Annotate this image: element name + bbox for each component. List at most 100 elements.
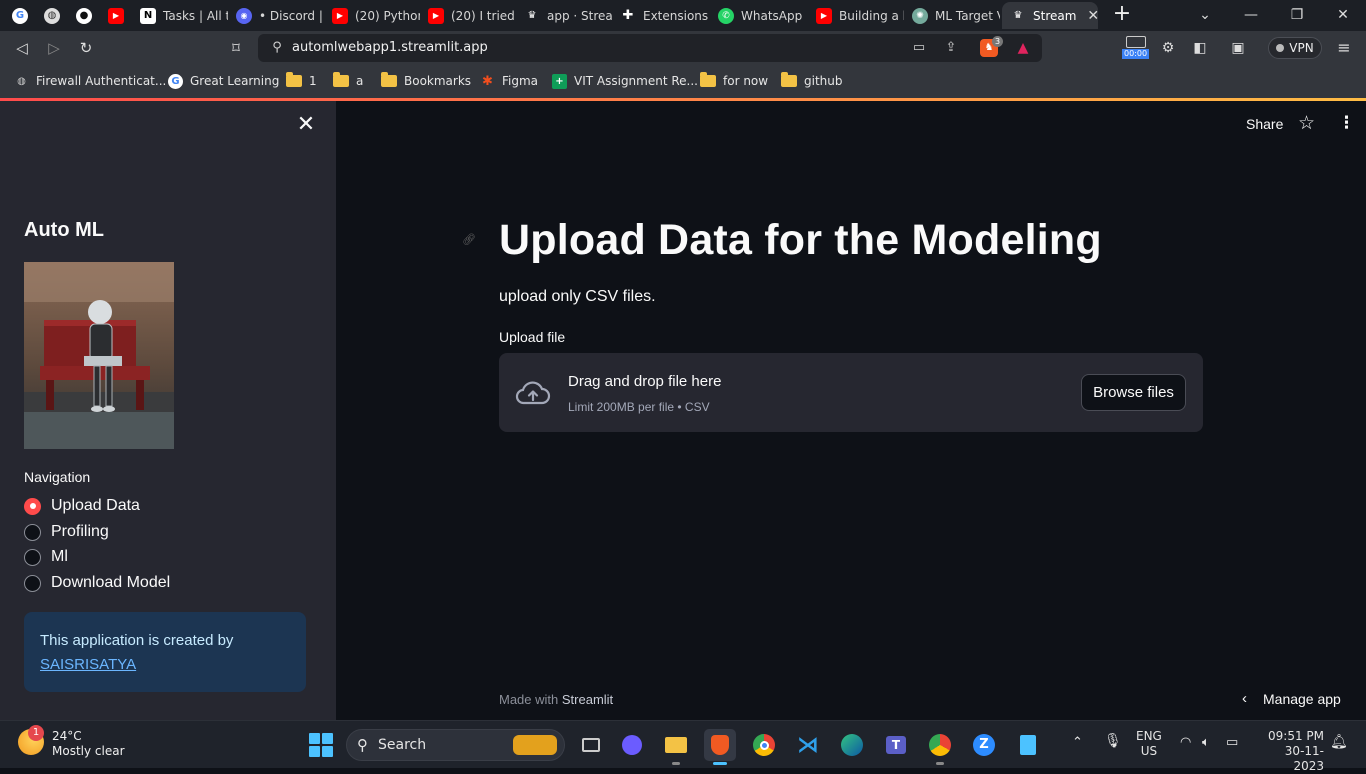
bookmark-folder-a[interactable]: a [333, 72, 363, 90]
folder-icon [700, 72, 716, 87]
show-hidden-icons[interactable]: ⌃ [1072, 735, 1083, 750]
vpn-button[interactable]: VPN [1268, 37, 1322, 59]
brave-browser-icon[interactable] [704, 729, 736, 765]
tab-extensions[interactable]: ✚ Extensions [612, 2, 710, 29]
close-sidebar-icon[interactable]: ✕ [296, 114, 316, 136]
radio-ml[interactable]: Ml [24, 546, 68, 568]
star-icon[interactable]: ☆ [1298, 112, 1315, 134]
radio-selected-icon[interactable] [24, 497, 41, 515]
teams-icon[interactable]: T [880, 729, 912, 761]
clock[interactable]: 09:51 PM 30-11-2023 [1258, 729, 1324, 774]
tab-github[interactable]: ● [68, 2, 100, 29]
notepad-icon[interactable] [1012, 729, 1044, 761]
radio-profiling[interactable]: Profiling [24, 521, 109, 543]
bookmark-great-learning[interactable]: G Great Learning [168, 72, 279, 90]
more-options-icon[interactable]: ⋮ [1338, 113, 1355, 133]
battery-icon[interactable]: ▭ [1226, 735, 1238, 750]
vscode-icon[interactable]: ⋊ [792, 729, 824, 761]
bookmark-icon[interactable]: ⌑ [226, 38, 246, 58]
dropzone-limit: Limit 200MB per file • CSV [568, 400, 710, 414]
edge-icon[interactable] [836, 729, 868, 761]
minimize-icon[interactable]: — [1238, 4, 1264, 26]
task-view-icon[interactable] [575, 729, 607, 761]
tab-google[interactable]: G [4, 2, 36, 29]
radio-unselected-icon[interactable] [24, 548, 41, 566]
tab-streamlit-app[interactable]: ♛ app · Strear [516, 2, 612, 29]
globe-icon: ◍ [17, 75, 26, 87]
lang-primary: ENG [1136, 729, 1162, 743]
tab-chatgpt[interactable]: ✺ ML Target V [904, 2, 1000, 29]
share-button[interactable]: Share [1246, 116, 1283, 132]
bookmark-figma[interactable]: ✱ Figma [480, 72, 538, 90]
address-bar[interactable]: ⚲ automlwebapp1.streamlit.app ▭ ⇪ ♞ 3 ▲ [258, 34, 1042, 62]
new-tab-button[interactable]: + [1110, 3, 1134, 27]
tab-youtube-python[interactable]: ▶ (20) Python [324, 2, 420, 29]
brave-rewards-icon[interactable]: ▲ [1014, 39, 1032, 57]
radio-label: Ml [51, 548, 68, 565]
tab-youtube[interactable]: ▶ [100, 2, 132, 29]
microphone-icon[interactable]: 🎙︎ [1104, 734, 1122, 749]
sidebar-title: Auto ML [24, 219, 104, 241]
forward-icon[interactable]: ▷ [44, 38, 64, 58]
bookmark-firewall[interactable]: ◍ Firewall Authenticat... [14, 72, 166, 90]
close-window-icon[interactable]: ✕ [1330, 4, 1356, 26]
streamlit-link[interactable]: Streamlit [562, 692, 613, 707]
language-indicator[interactable]: ENG US [1136, 729, 1162, 759]
tab-globe[interactable]: ◍ [36, 2, 68, 29]
bookmark-folder-1[interactable]: 1 [286, 72, 317, 90]
youtube-icon: ▶ [332, 7, 348, 24]
site-info-icon[interactable]: ⚲ [268, 39, 286, 57]
bookmark-vit[interactable]: + VIT Assignment Re... [552, 72, 698, 90]
wifi-icon[interactable]: ◠ [1180, 735, 1191, 750]
file-explorer-icon[interactable] [660, 729, 692, 765]
volume-icon[interactable]: 🔈︎ [1202, 735, 1210, 750]
url-text[interactable]: automlwebapp1.streamlit.app [292, 40, 488, 55]
start-button[interactable] [309, 733, 333, 757]
manage-app-button[interactable]: ‹ Manage app [1242, 690, 1341, 707]
creator-info-box: This application is created by SAISRISAT… [24, 612, 306, 692]
tab-discord[interactable]: ◉ • Discord | [228, 2, 324, 29]
creator-link[interactable]: SAISRISATYA [40, 656, 136, 673]
menu-icon[interactable]: ≡ [1334, 38, 1354, 58]
meet-icon[interactable] [616, 729, 648, 761]
wallet-icon[interactable]: ▣ [1228, 38, 1248, 58]
reload-icon[interactable]: ↻ [76, 38, 96, 58]
tab-label: (20) I tried [451, 8, 515, 23]
browse-files-button[interactable]: Browse files [1081, 374, 1186, 411]
zoom-icon[interactable]: Z [968, 729, 1000, 761]
bookmark-folder-bookmarks[interactable]: Bookmarks [381, 72, 471, 90]
cast-icon[interactable]: ▭ [910, 39, 928, 57]
tab-tasks[interactable]: N Tasks | All t [132, 2, 228, 29]
notification-bell-icon[interactable]: 🔔︎ [1330, 735, 1348, 750]
share-page-icon[interactable]: ⇪ [942, 39, 960, 57]
robot-illustration [24, 262, 174, 449]
back-icon[interactable]: ◁ [12, 38, 32, 58]
puzzle-icon: ✚ [622, 8, 634, 23]
sidebar-toggle-icon[interactable]: ◧ [1190, 38, 1210, 58]
weather-widget[interactable]: 1 24°C Mostly clear [18, 725, 125, 759]
whatsapp-icon: ✆ [718, 7, 734, 24]
media-timer-icon[interactable]: 00:00 [1122, 36, 1150, 59]
tab-search-icon[interactable]: ⌄ [1192, 4, 1218, 26]
bookmark-folder-github[interactable]: github [781, 72, 842, 90]
radio-upload-data[interactable]: Upload Data [24, 495, 140, 517]
radio-unselected-icon[interactable] [24, 574, 41, 592]
tab-label: • Discord | [259, 8, 323, 23]
maximize-icon[interactable]: ❐ [1284, 4, 1310, 26]
tab-streamlit-active[interactable]: ♛ Stream ✕ [1002, 2, 1098, 29]
extensions-icon[interactable]: ⚙ [1158, 38, 1178, 58]
tab-youtube-tried[interactable]: ▶ (20) I tried [420, 2, 516, 29]
tab-youtube-building[interactable]: ▶ Building a l [808, 2, 904, 29]
file-dropzone[interactable]: Drag and drop file here Limit 200MB per … [499, 353, 1203, 432]
radio-label: Download Model [51, 574, 171, 591]
taskbar-search[interactable]: ⚲ Search [346, 729, 565, 761]
radio-download-model[interactable]: Download Model [24, 572, 170, 594]
close-tab-icon[interactable]: ✕ [1087, 8, 1098, 24]
anchor-link-icon[interactable]: 🔗︎ [462, 233, 476, 246]
folder-icon [781, 72, 797, 87]
tab-whatsapp[interactable]: ✆ WhatsApp [710, 2, 806, 29]
bookmark-folder-for-now[interactable]: for now [700, 72, 768, 90]
radio-unselected-icon[interactable] [24, 523, 41, 541]
chrome-icon[interactable] [748, 729, 780, 761]
chrome-profile-icon[interactable] [924, 729, 956, 765]
